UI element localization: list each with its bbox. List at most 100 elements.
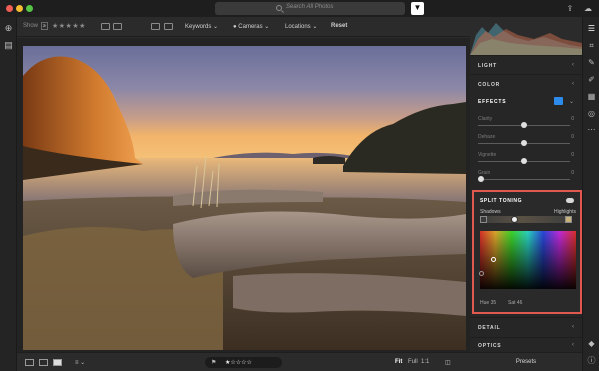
keywords-dropdown[interactable]: Keywords ⌄ [185, 23, 218, 30]
detail-label: DETAIL [478, 325, 501, 331]
clarity-value[interactable]: 0 [571, 116, 574, 122]
grain-track[interactable] [478, 179, 570, 180]
expand-icon: ‹ [572, 342, 574, 348]
filter-button[interactable]: ▼ [411, 2, 424, 15]
tag-icon[interactable]: ◆ [586, 339, 597, 349]
effects-label: EFFECTS [478, 99, 507, 105]
expand-icon: ‹ [572, 62, 574, 68]
cloud-sync-icon[interactable]: ☁ [583, 3, 593, 14]
split-toning-toggle[interactable] [566, 198, 574, 203]
grid-view-icon[interactable] [25, 359, 34, 366]
full-button[interactable]: Full [408, 359, 418, 365]
effects-section: EFFECTS ⌄ Clarity 0 Dehaze 0 Vignette 0 [470, 92, 582, 202]
share-icon[interactable]: ⇪ [565, 3, 575, 14]
photo-stars[interactable]: ★☆☆☆☆ [225, 359, 252, 366]
landscape-photo [23, 46, 466, 350]
camera-icon: ● [233, 24, 237, 30]
hue-saturation-picker[interactable] [479, 231, 576, 289]
vignette-label: Vignette [478, 152, 497, 158]
rating-filter-stars[interactable]: ★★★★★ [52, 22, 86, 30]
detail-view-icon[interactable] [53, 359, 62, 366]
sliders-icon[interactable]: ☰ [586, 24, 597, 34]
brush-icon[interactable]: ✐ [586, 75, 597, 85]
minimize-window-button[interactable] [16, 5, 23, 12]
clarity-knob[interactable] [521, 122, 527, 128]
saturation-readout: Sat 46 [508, 300, 522, 306]
light-section[interactable]: LIGHT ‹ [470, 55, 582, 75]
photo-canvas [17, 38, 470, 352]
shadows-label[interactable]: Shadows [480, 209, 501, 215]
cameras-label: Cameras [238, 24, 263, 30]
rating-operator[interactable]: ≥ [41, 22, 48, 30]
optics-label: OPTICS [478, 343, 502, 349]
hue-readout: Hue 35 [480, 300, 496, 306]
vignette-value[interactable]: 0 [571, 152, 574, 158]
sort-icon[interactable]: ≡ ⌄ [75, 359, 85, 366]
tool-rail: ☰ ⌗ ✎ ✐ ▦ ◎ ⋯ ◆ ⓘ [582, 17, 599, 371]
hue-label: Hue [480, 300, 490, 306]
color-section[interactable]: COLOR ‹ [470, 74, 582, 94]
search-icon [276, 5, 282, 11]
rating-flag-control: ⚑ ★☆☆☆☆ [205, 357, 282, 368]
left-rail: ⊕ ▤ [0, 17, 17, 371]
crop-icon[interactable]: ⌗ [586, 41, 597, 51]
close-window-button[interactable] [6, 5, 13, 12]
hue-value[interactable]: 35 [491, 300, 497, 306]
reset-button[interactable]: Reset [331, 23, 347, 29]
funnel-icon: ▼ [413, 3, 422, 12]
media-filter-icon[interactable] [113, 23, 122, 30]
highlight-color-point[interactable] [491, 257, 496, 262]
gradient-icon[interactable]: ▦ [586, 92, 597, 102]
library-icon[interactable]: ▤ [4, 41, 13, 50]
detail-section[interactable]: DETAIL ‹ [470, 317, 582, 337]
dehaze-value[interactable]: 0 [571, 134, 574, 140]
cameras-dropdown[interactable]: ● Cameras ⌄ [233, 23, 269, 30]
info-icon[interactable]: ⓘ [586, 356, 597, 366]
histogram-graph [470, 23, 582, 55]
shadow-color-point[interactable] [479, 271, 484, 276]
split-toning-title: SPLIT TONING [480, 198, 523, 204]
more-icon[interactable]: ⋯ [586, 125, 597, 135]
keywords-label: Keywords [185, 24, 212, 30]
fit-button[interactable]: Fit [395, 359, 402, 365]
grain-value[interactable]: 0 [571, 170, 574, 176]
saturation-label: Sat [508, 300, 516, 306]
optics-section[interactable]: OPTICS ‹ [470, 337, 582, 352]
maximize-window-button[interactable] [26, 5, 33, 12]
effects-preview-toggle[interactable] [554, 97, 563, 105]
collapse-icon[interactable]: ⌄ [569, 98, 574, 105]
shadows-swatch[interactable] [480, 216, 487, 223]
dehaze-knob[interactable] [521, 140, 527, 146]
saturation-value[interactable]: 46 [517, 300, 523, 306]
presets-button[interactable]: Presets [470, 352, 582, 371]
flag-filter-icon[interactable] [101, 23, 110, 30]
flag-icon[interactable]: ⚑ [211, 359, 216, 366]
add-photos-icon[interactable]: ⊕ [4, 24, 13, 33]
balance-slider-track[interactable] [480, 216, 572, 223]
expand-icon: ‹ [572, 324, 574, 330]
photo-image [23, 46, 466, 350]
histogram [470, 17, 582, 55]
lightroom-window: Search All Photos ▼ ⇪ ☁ ⊕ ▤ Show ≥ ★★★★★… [0, 0, 599, 371]
clarity-slider[interactable]: Clarity 0 [478, 116, 574, 132]
compare-icon[interactable]: ◫ [445, 359, 451, 366]
search-input[interactable]: Search All Photos [215, 2, 405, 15]
video-type-icon[interactable] [164, 23, 173, 30]
healing-icon[interactable]: ✎ [586, 58, 597, 68]
grain-slider[interactable]: Grain 0 [478, 170, 574, 186]
vignette-knob[interactable] [521, 158, 527, 164]
balance-knob[interactable] [511, 216, 518, 223]
highlights-swatch[interactable] [565, 216, 572, 223]
grain-knob[interactable] [478, 176, 484, 182]
dehaze-slider[interactable]: Dehaze 0 [478, 134, 574, 150]
edit-panel: LIGHT ‹ COLOR ‹ EFFECTS ⌄ Clarity 0 Deha… [470, 17, 582, 371]
photo-type-icon[interactable] [151, 23, 160, 30]
square-grid-icon[interactable] [39, 359, 48, 366]
locations-dropdown[interactable]: Locations ⌄ [285, 23, 317, 30]
vignette-slider[interactable]: Vignette 0 [478, 152, 574, 168]
radial-icon[interactable]: ◎ [586, 109, 597, 119]
expand-icon: ‹ [572, 81, 574, 87]
one-to-one-button[interactable]: 1:1 [421, 359, 429, 365]
highlights-label[interactable]: Highlights [554, 209, 576, 215]
bottom-toolbar: ≡ ⌄ ⚑ ★☆☆☆☆ Fit Full 1:1 ◫ [17, 352, 470, 371]
